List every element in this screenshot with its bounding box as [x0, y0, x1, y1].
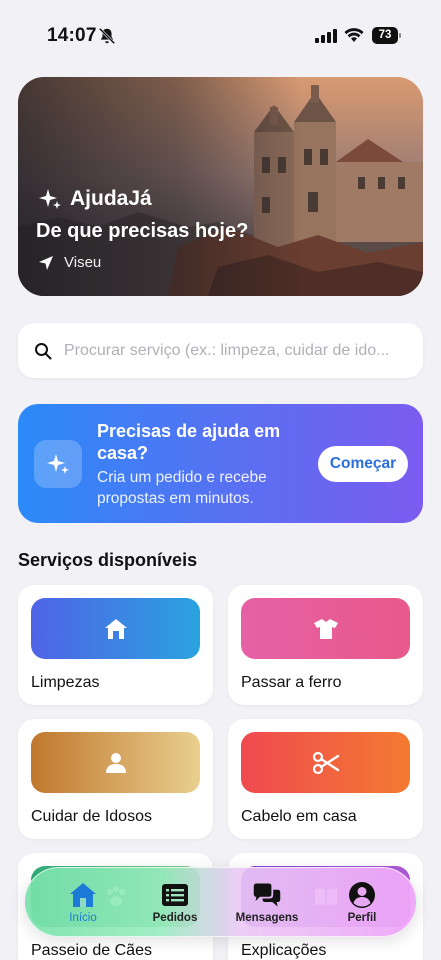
brand-name: AjudaJá: [70, 187, 152, 210]
service-banner: [241, 732, 410, 793]
tab-perfil[interactable]: Perfil: [337, 868, 387, 938]
start-button[interactable]: Começar: [318, 446, 408, 482]
sparkles-icon: [47, 454, 69, 474]
signal-icon: [315, 29, 337, 43]
status-bar: 14:07 73: [0, 0, 441, 64]
person-icon: [105, 752, 126, 773]
tab-label: Perfil: [347, 912, 377, 924]
service-banner: [241, 598, 410, 659]
service-label: Passeio de Cães: [31, 942, 152, 959]
status-time: 14:07: [47, 25, 97, 46]
house-icon: [104, 618, 127, 639]
section-title: Serviços disponíveis: [18, 550, 198, 570]
tab-bar: Início Pedidos Mensagens Perfil: [24, 867, 417, 937]
location[interactable]: Viseu: [38, 254, 101, 271]
service-label: Explicações: [241, 942, 327, 959]
scissors-icon: [312, 751, 339, 774]
promo-title: Precisas de ajuda em casa?: [97, 421, 281, 463]
hero-question: De que precisas hoje?: [36, 220, 249, 242]
service-card-cabelo-em-casa[interactable]: Cabelo em casa: [228, 719, 423, 839]
service-card-limpezas[interactable]: Limpezas: [18, 585, 213, 705]
location-label: Viseu: [64, 254, 102, 271]
service-label: Cuidar de Idosos: [31, 808, 152, 825]
list-icon: [162, 884, 188, 906]
search-icon: [35, 342, 52, 359]
service-label: Limpezas: [31, 674, 100, 691]
battery-level: 73: [372, 27, 398, 44]
bell-off-icon: [98, 27, 116, 45]
tab-pedidos[interactable]: Pedidos: [147, 868, 203, 938]
service-card-passar-a-ferro[interactable]: Passar a ferro: [228, 585, 423, 705]
profile-icon: [349, 882, 375, 908]
shirt-icon: [313, 618, 338, 639]
service-banner: [31, 598, 200, 659]
service-card-cuidar-de-idosos[interactable]: Cuidar de Idosos: [18, 719, 213, 839]
battery-icon: 73: [372, 27, 402, 44]
service-label: Passar a ferro: [241, 674, 342, 691]
tab-label: Mensagens: [235, 912, 299, 924]
promo-icon-box: [34, 440, 82, 488]
search-input[interactable]: [64, 341, 404, 360]
search-bar[interactable]: [18, 323, 423, 378]
tab-label: Pedidos: [152, 912, 198, 924]
service-banner: [31, 732, 200, 793]
brand: AjudaJá: [38, 187, 152, 211]
hero-banner: AjudaJá De que precisas hoje? Viseu: [18, 77, 423, 296]
service-label: Cabelo em casa: [241, 808, 357, 825]
promo-subtitle: Cria um pedido e recebe propostas em min…: [97, 469, 267, 507]
wifi-icon: [344, 28, 364, 42]
home-icon: [70, 883, 96, 907]
promo-card[interactable]: Precisas de ajuda em casa? Cria um pedid…: [18, 404, 423, 523]
tab-label: Início: [69, 912, 97, 924]
tab-mensagens[interactable]: Mensagens: [233, 868, 301, 938]
sparkles-icon: [39, 189, 61, 209]
location-arrow-icon: [39, 255, 53, 270]
tab-inicio[interactable]: Início: [60, 868, 106, 938]
chat-bubbles-icon: [253, 883, 281, 907]
